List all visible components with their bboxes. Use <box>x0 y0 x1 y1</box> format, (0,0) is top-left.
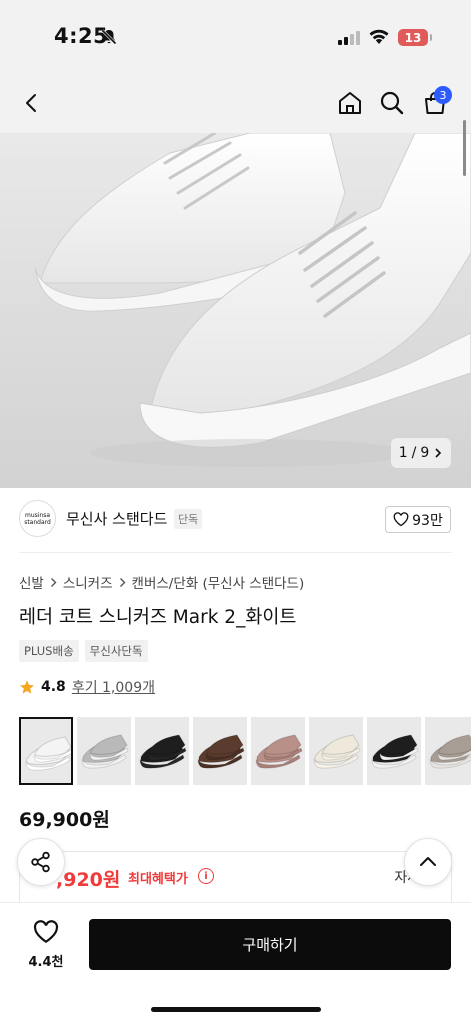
product-price: 69,900원 <box>19 809 110 831</box>
shoe-thumbnail-image <box>313 734 361 769</box>
review-count-link[interactable]: 후기 1,009개 <box>72 677 155 697</box>
chevron-right-icon <box>50 577 57 587</box>
tag-plus-delivery: PLUS배송 <box>19 640 79 662</box>
status-bar: 4:25 13 <box>0 0 471 75</box>
shoe-thumbnail-image <box>429 734 471 769</box>
shoe-thumbnail-image <box>25 736 71 771</box>
shoe-thumbnail-image <box>371 734 419 769</box>
image-separator: / <box>411 445 417 461</box>
wifi-icon <box>369 29 389 44</box>
breadcrumb-item[interactable]: 캔버스/단화 (무신사 스탠다드) <box>132 572 305 592</box>
brand-logo-line2: standard <box>24 518 51 526</box>
cart-count-badge: 3 <box>434 86 452 104</box>
rating-row: 4.8 후기 1,009개 <box>19 677 155 697</box>
shoe-thumbnail-image <box>255 734 303 769</box>
home-icon[interactable] <box>336 89 364 117</box>
back-icon[interactable] <box>18 89 46 117</box>
product-image-gallery[interactable]: 1 / 9 <box>0 133 471 488</box>
color-thumbnail-black[interactable] <box>135 717 189 785</box>
breadcrumb-item[interactable]: 스니커즈 <box>63 572 113 592</box>
breadcrumb: 신발 스니커즈 캔버스/단화 (무신사 스탠다드) <box>19 572 304 592</box>
brand-exclusive-tag: 단독 <box>174 509 203 529</box>
scroll-top-button[interactable] <box>404 838 452 886</box>
scrollbar[interactable] <box>463 120 466 176</box>
color-thumbnail-pink[interactable] <box>251 717 305 785</box>
tag-exclusive: 무신사단독 <box>84 640 148 662</box>
benefit-label: 최대혜택가 <box>128 872 188 887</box>
rating-score: 4.8 <box>41 679 66 695</box>
chevron-right-icon <box>435 448 442 458</box>
heart-icon <box>33 920 59 944</box>
info-icon[interactable]: i <box>198 868 214 884</box>
star-icon <box>20 680 34 694</box>
wishlist-button[interactable]: 4.4천 <box>22 920 70 970</box>
color-options <box>19 717 471 785</box>
share-button[interactable] <box>17 838 65 886</box>
color-thumbnail-silver[interactable] <box>77 717 131 785</box>
top-navigation <box>0 75 471 133</box>
wishlist-count: 4.4천 <box>28 955 64 970</box>
home-indicator <box>151 1007 321 1012</box>
color-thumbnail-cream[interactable] <box>309 717 363 785</box>
color-thumbnail-brown[interactable] <box>193 717 247 785</box>
shoe-thumbnail-image <box>197 734 245 769</box>
chevron-up-icon <box>420 857 436 866</box>
divider <box>19 552 452 553</box>
product-tags: PLUS배송 무신사단독 <box>19 640 148 662</box>
search-icon[interactable] <box>378 89 406 117</box>
image-current: 1 <box>398 445 408 461</box>
color-thumbnail-white[interactable] <box>19 717 73 785</box>
brand-like-button[interactable]: 93만 <box>385 506 451 533</box>
signal-icon <box>338 31 360 45</box>
heart-icon <box>393 512 409 527</box>
share-icon <box>31 851 50 873</box>
bell-off-icon <box>101 29 117 45</box>
brand-like-count: 93만 <box>412 512 443 529</box>
brand-row: musinsa standard 무신사 스탠다드 단독 93만 <box>0 488 471 552</box>
battery-indicator: 13 <box>398 29 432 46</box>
brand-name[interactable]: 무신사 스탠다드 <box>66 508 167 529</box>
product-image <box>34 133 471 467</box>
shoe-thumbnail-image <box>81 734 129 769</box>
product-title: 레더 코트 스니커즈 Mark 2_화이트 <box>19 607 297 628</box>
benefit-price: ,920원 <box>56 869 121 891</box>
color-thumbnail-grey[interactable] <box>425 717 471 785</box>
buy-button[interactable]: 구매하기 <box>89 919 451 970</box>
bottom-action-bar: 4.4천 구매하기 <box>0 902 471 1024</box>
breadcrumb-item[interactable]: 신발 <box>19 572 44 592</box>
chevron-right-icon <box>119 577 126 587</box>
brand-logo[interactable]: musinsa standard <box>19 500 56 537</box>
shoe-thumbnail-image <box>139 734 187 769</box>
brand-logo-line1: musinsa <box>24 511 51 519</box>
image-counter[interactable]: 1 / 9 <box>391 438 451 468</box>
color-thumbnail-black-white[interactable] <box>367 717 421 785</box>
image-total: 9 <box>420 445 430 461</box>
